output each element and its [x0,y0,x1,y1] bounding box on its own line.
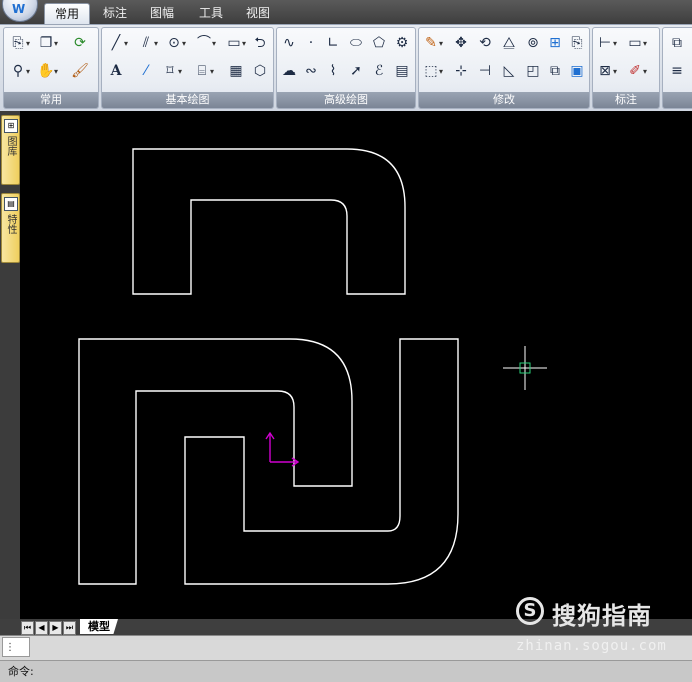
line-icon[interactable]: ╱ ▾ [106,33,128,53]
freehand-icon[interactable]: ℰ [369,61,389,81]
crosshair-cursor [503,346,547,390]
centerline-icon[interactable]: ⁄ [136,61,156,81]
side-tab-properties[interactable]: ▤ 特性 [1,193,20,263]
paste-icon[interactable]: ❐ ▾ [36,33,58,53]
offset-icon[interactable]: ⊚ [523,33,543,53]
panel-title-basic-draw: 基本绘图 [102,92,273,108]
explode-icon[interactable]: ⧉ [545,61,565,81]
properties-panel-icon: ▤ [4,197,18,211]
panel-common: ⎘ ▾ ❐ ▾ ⟳ ⚲ ▾ ✋ ▾ 🖌 常用 [3,27,99,109]
watermark-url: zhinan.sogou.com [516,638,667,654]
panel-title-dimension: 标注 [593,92,659,108]
panel-dimension: ⊢ ▾ ▭ ▾ ⊠ ▾ ✐ ▾ 标注 [592,27,660,109]
watermark-text: 搜狗指南 [552,602,652,630]
side-panel-strip [0,111,20,619]
command-grip[interactable]: ⋮ [2,637,30,657]
table-icon[interactable]: ⌸ ▾ [192,61,214,81]
ellipse-icon[interactable]: ⬭ [346,33,366,53]
rectangle-icon[interactable]: ▭ ▾ [224,33,246,53]
first-layout-icon[interactable]: ⏮ [21,621,34,635]
fillet-icon[interactable]: ◰ [523,61,543,81]
lineweight-icon[interactable]: ≡ [667,61,687,81]
text-icon[interactable]: A [106,61,126,81]
gear-icon[interactable]: ⚙ [392,33,412,53]
scale-icon[interactable]: ⬚ ▾ [421,61,443,81]
arc-icon[interactable]: ⌒ ▾ [194,33,216,53]
trim-icon[interactable]: ⊹ [451,61,471,81]
hole-icon[interactable]: ∟ [323,33,343,53]
copy-clip-icon[interactable]: ⎘ ▾ [8,33,30,53]
chamfer-icon[interactable]: ◺ [499,61,519,81]
properties-icon[interactable]: ▣ [567,61,587,81]
panel-title-extra [663,92,692,108]
circle-icon[interactable]: ⊙ ▾ [164,33,186,53]
wave-line-icon[interactable]: ∾ [301,61,321,81]
upper-bracket-shape[interactable] [132,148,406,295]
revision-cloud-icon[interactable]: ☁ [279,61,299,81]
erase-icon[interactable]: ✎ ▾ [421,33,443,53]
panel-advanced-draw: ∿ · ∟ ⬭ ⬠ ⚙ ☁ ∾ ⌇ ➚ ℰ ▤ 高级绘图 [276,27,416,109]
point-icon[interactable]: · [301,33,321,53]
hatch-icon[interactable]: ▦ [226,61,246,81]
next-layout-icon[interactable]: ▶ [49,621,62,635]
tab-common[interactable]: 常用 [44,3,90,25]
tab-annotate[interactable]: 标注 [96,3,134,24]
edit-dim-icon[interactable]: ✐ ▾ [625,61,647,81]
stretch-icon[interactable]: ⎘ [567,33,587,53]
zoom-icon[interactable]: ⚲ ▾ [8,61,30,81]
tab-view[interactable]: 视图 [239,3,277,24]
panel-basic-draw: ╱ ▾ ⫽ ▾ ⊙ ▾ ⌒ ▾ ▭ ▾ ⮌ A ⁄ ⌑ ▾ ⌸ ▾ ▦ ⬡ 基本绘图 [101,27,274,109]
side-tab-properties-label: 特性 [5,214,16,234]
mirror-icon[interactable]: ⧋ [499,33,519,53]
ucs-icon [265,431,300,467]
region-icon[interactable]: ⬡ [250,61,270,81]
spline-icon[interactable]: ∿ [279,33,299,53]
sogou-logo-icon: S [516,597,544,625]
command-line[interactable] [0,660,692,682]
panel-title-advanced-draw: 高级绘图 [277,92,415,108]
layer-icon[interactable]: ⧉ [667,33,687,53]
block-icon[interactable]: ▤ [392,61,412,81]
panel-title-common: 常用 [4,92,98,108]
polyline-icon[interactable]: ⮌ [250,33,270,53]
break-line-icon[interactable]: ⌇ [323,61,343,81]
drawing-canvas[interactable] [20,111,692,619]
pan-icon[interactable]: ✋ ▾ [36,61,58,81]
leader-icon[interactable]: ⌑ ▾ [160,61,182,81]
rotate-icon[interactable]: ⟲ [475,33,495,53]
panel-title-modify: 修改 [419,92,589,108]
inner-hook-shape[interactable] [184,338,459,585]
app-logo-icon: W [12,2,26,16]
array-icon[interactable]: ⊞ [545,33,565,53]
move-icon[interactable]: ✥ [451,33,471,53]
side-tab-library[interactable]: ⊞ 图库 [1,115,20,185]
linear-dim-icon[interactable]: ⊢ ▾ [595,33,617,53]
extend-icon[interactable]: ⊣ [475,61,495,81]
tab-tools[interactable]: 工具 [192,3,230,24]
regen-icon[interactable]: ⟳ [70,33,90,53]
panel-modify: ✎ ▾ ✥ ⟲ ⧋ ⊚ ⊞ ⎘ ⬚ ▾ ⊹ ⊣ ◺ ◰ ⧉ ▣ 修改 [418,27,590,109]
side-tab-library-label: 图库 [5,136,16,156]
last-layout-icon[interactable]: ⏭ [63,621,76,635]
polygon-icon[interactable]: ⬠ [369,33,389,53]
geometry [78,148,459,585]
dim-style-icon[interactable]: ▭ ▾ [625,33,647,53]
tolerance-icon[interactable]: ⊠ ▾ [595,61,617,81]
drawing-svg [78,148,547,585]
library-icon: ⊞ [4,119,18,133]
command-prompt: 命令: [8,665,34,678]
arrow-icon[interactable]: ➚ [346,61,366,81]
prev-layout-icon[interactable]: ◀ [35,621,48,635]
match-props-icon[interactable]: 🖌 [70,61,90,81]
tab-frame[interactable]: 图幅 [143,3,181,24]
parallel-line-icon[interactable]: ⫽ ▾ [136,33,158,53]
panel-extra: ⧉ ≡ [662,27,692,109]
tab-model[interactable]: 模型 [80,619,118,634]
outer-hook-shape[interactable] [78,338,353,585]
